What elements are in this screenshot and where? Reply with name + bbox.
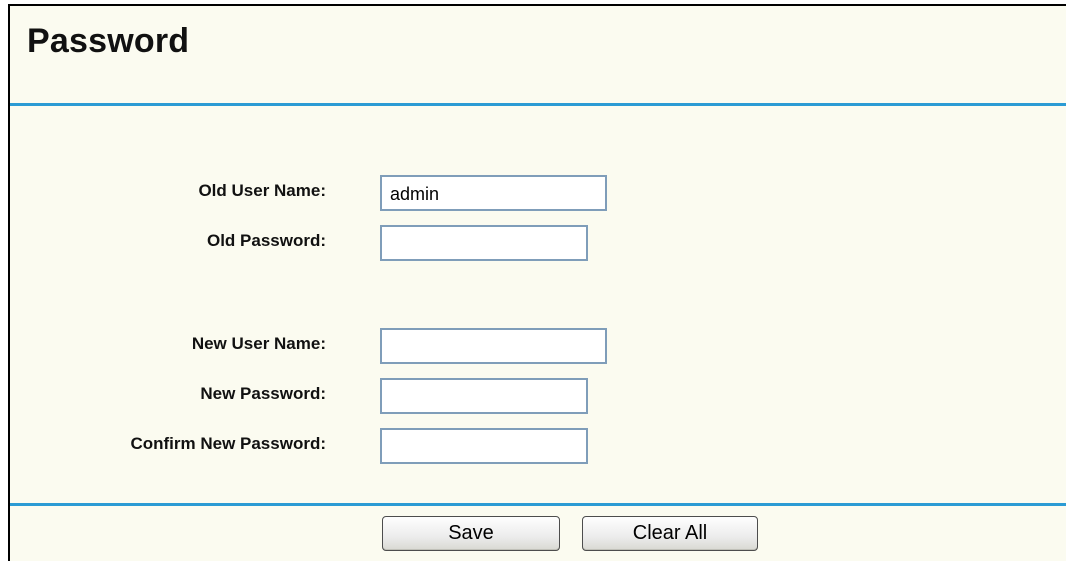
old-password-input[interactable] bbox=[380, 225, 588, 261]
new-password-input[interactable] bbox=[380, 378, 588, 414]
page-title: Password bbox=[27, 22, 190, 60]
old-password-label: Old Password: bbox=[206, 231, 326, 250]
bottom-divider bbox=[10, 503, 1066, 506]
old-user-name-label: Old User Name: bbox=[198, 181, 326, 200]
old-user-name-input[interactable] bbox=[380, 175, 607, 211]
new-user-name-input[interactable] bbox=[380, 328, 607, 364]
confirm-new-password-label: Confirm New Password: bbox=[130, 434, 326, 453]
top-divider bbox=[10, 103, 1066, 106]
new-password-label: New Password: bbox=[200, 384, 326, 403]
password-panel: Password Old User Name: Old Password: Ne… bbox=[8, 4, 1066, 561]
confirm-new-password-input[interactable] bbox=[380, 428, 588, 464]
save-button[interactable]: Save bbox=[382, 516, 560, 551]
new-user-name-label: New User Name: bbox=[191, 334, 326, 353]
clear-all-button[interactable]: Clear All bbox=[582, 516, 758, 551]
